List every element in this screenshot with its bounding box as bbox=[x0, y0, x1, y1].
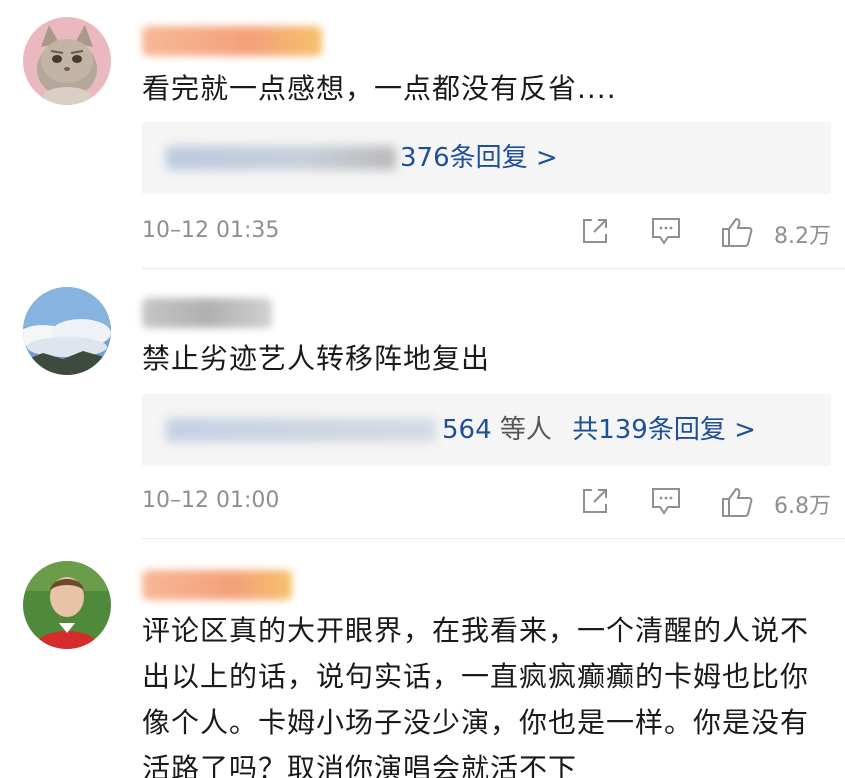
comment-text: 禁止劣迹艺人转移阵地复出 bbox=[142, 342, 491, 375]
reply-count-visible: 564 bbox=[442, 415, 492, 445]
reply-author-blurred bbox=[166, 418, 436, 442]
avatar[interactable] bbox=[23, 17, 111, 105]
like-icon[interactable] bbox=[720, 486, 754, 522]
reply-preview[interactable]: 564 等人 共139条回复 > bbox=[142, 394, 831, 466]
comment-icon[interactable] bbox=[650, 486, 682, 520]
avatar[interactable] bbox=[23, 287, 111, 375]
username-blurred[interactable] bbox=[142, 570, 292, 600]
reply-people-label: 等人 bbox=[499, 415, 552, 445]
username-blurred[interactable] bbox=[142, 298, 272, 328]
reply-summary-link[interactable]: 564 等人 共139条回复 > bbox=[442, 410, 756, 450]
like-count: 6.8万 bbox=[774, 494, 831, 519]
cat-avatar-icon bbox=[23, 17, 111, 105]
comment-meta: 10–12 01:00 6.8万 bbox=[142, 482, 831, 522]
reply-summary-link[interactable]: 376条回复 > bbox=[400, 138, 558, 178]
username-blurred[interactable] bbox=[142, 26, 322, 56]
timestamp: 10–12 01:35 bbox=[142, 218, 280, 243]
comment-meta: 10–12 01:35 8.2万 bbox=[142, 212, 831, 252]
divider bbox=[142, 538, 845, 539]
reply-preview[interactable]: 376条回复 > bbox=[142, 122, 831, 194]
comment-text: 看完就一点感想，一点都没有反省.... bbox=[142, 72, 617, 105]
avatar[interactable] bbox=[23, 561, 111, 649]
person-avatar-icon bbox=[23, 561, 111, 649]
comment-text: 评论区真的大开眼界，在我看来，一个清醒的人说不出以上的话，说句实话，一直疯疯癫癫… bbox=[142, 614, 810, 778]
sky-landscape-avatar-icon bbox=[23, 287, 111, 375]
share-icon[interactable] bbox=[580, 486, 610, 520]
reply-summary: 共139条回复 > bbox=[572, 415, 756, 445]
comment-icon[interactable] bbox=[650, 216, 682, 250]
share-icon[interactable] bbox=[580, 216, 610, 250]
reply-author-blurred bbox=[166, 146, 396, 170]
timestamp: 10–12 01:00 bbox=[142, 488, 280, 513]
like-count: 8.2万 bbox=[774, 224, 831, 249]
divider bbox=[142, 268, 845, 269]
like-icon[interactable] bbox=[720, 216, 754, 252]
